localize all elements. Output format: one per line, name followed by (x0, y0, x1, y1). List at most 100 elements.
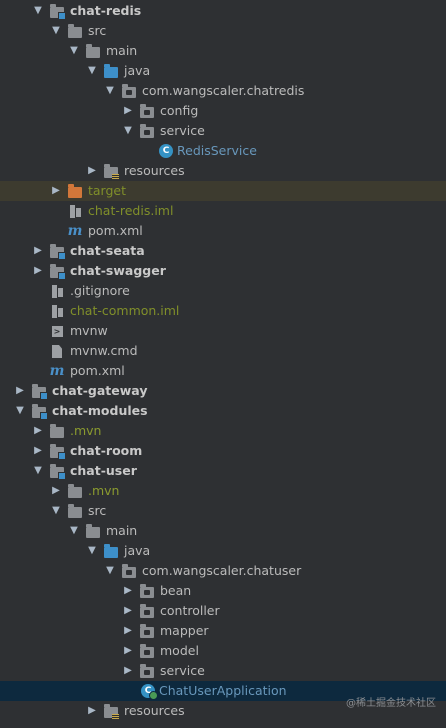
chevron-right-icon[interactable]: ▶ (32, 421, 44, 441)
project-tree: ▼ chat-redis ▼ src ▼ main ▼ java ▼ com.w… (0, 0, 446, 721)
spring-app-icon: C (140, 683, 158, 700)
tree-item-label: chat-redis.iml (88, 203, 174, 218)
source-folder-icon (103, 63, 119, 79)
chevron-down-icon[interactable]: ▼ (104, 81, 116, 101)
tree-item-label: src (88, 503, 107, 518)
chevron-right-icon[interactable]: ▶ (32, 441, 44, 461)
tree-item-pom-xml[interactable]: m pom.xml (0, 221, 446, 241)
chevron-down-icon[interactable]: ▼ (86, 61, 98, 81)
tree-item-model[interactable]: ▶ model (0, 641, 446, 661)
tree-item-label: bean (160, 583, 192, 598)
tree-item-label: chat-gateway (52, 383, 148, 398)
tree-item-chat-seata[interactable]: ▶ chat-seata (0, 241, 446, 261)
tree-item-mvnw[interactable]: > mvnw (0, 321, 446, 341)
chevron-right-icon[interactable]: ▶ (32, 261, 44, 281)
tree-item-service[interactable]: ▼ service (0, 121, 446, 141)
file-icon (49, 343, 65, 359)
package-icon (139, 103, 155, 119)
chevron-down-icon[interactable]: ▼ (122, 121, 134, 141)
tree-item-target[interactable]: ▶ target (0, 181, 446, 201)
tree-item-label: RedisService (177, 143, 257, 158)
tree-item-mvn[interactable]: ▶ .mvn (0, 481, 446, 501)
chevron-right-icon[interactable]: ▶ (50, 481, 62, 501)
chevron-right-icon[interactable]: ▶ (122, 621, 134, 641)
tree-item-service[interactable]: ▶ service (0, 661, 446, 681)
tree-item-src[interactable]: ▼ src (0, 21, 446, 41)
tree-item-redisservice[interactable]: C RedisService (0, 141, 446, 161)
chevron-right-icon[interactable]: ▶ (122, 601, 134, 621)
tree-item-package-chatredis[interactable]: ▼ com.wangscaler.chatredis (0, 81, 446, 101)
tree-item-label: resources (124, 703, 185, 718)
tree-item-bean[interactable]: ▶ bean (0, 581, 446, 601)
tree-item-label: src (88, 23, 107, 38)
tree-item-label: mvnw (70, 323, 108, 338)
chevron-down-icon[interactable]: ▼ (32, 1, 44, 21)
chevron-down-icon[interactable]: ▼ (50, 21, 62, 41)
tree-item-label: pom.xml (88, 223, 143, 238)
chevron-down-icon[interactable]: ▼ (68, 41, 80, 61)
tree-item-chat-swagger[interactable]: ▶ chat-swagger (0, 261, 446, 281)
chevron-down-icon[interactable]: ▼ (32, 461, 44, 481)
tree-item-java[interactable]: ▼ java (0, 541, 446, 561)
tree-item-chat-user[interactable]: ▼ chat-user (0, 461, 446, 481)
tree-item-src[interactable]: ▼ src (0, 501, 446, 521)
tree-item-label: .mvn (70, 423, 102, 438)
tree-item-label: chat-modules (52, 403, 148, 418)
tree-item-chat-redis[interactable]: ▼ chat-redis (0, 1, 446, 21)
resources-folder-icon (103, 163, 119, 179)
tree-item-main[interactable]: ▼ main (0, 41, 446, 61)
chevron-down-icon[interactable]: ▼ (14, 401, 26, 421)
tree-item-controller[interactable]: ▶ controller (0, 601, 446, 621)
tree-item-gitignore[interactable]: .gitignore (0, 281, 446, 301)
tree-item-resources[interactable]: ▶ resources (0, 161, 446, 181)
tree-item-pom-xml[interactable]: m pom.xml (0, 361, 446, 381)
tree-item-label: ChatUserApplication (159, 683, 287, 698)
tree-item-chat-gateway[interactable]: ▶ chat-gateway (0, 381, 446, 401)
tree-item-mapper[interactable]: ▶ mapper (0, 621, 446, 641)
tree-item-java[interactable]: ▼ java (0, 61, 446, 81)
package-icon (139, 123, 155, 139)
folder-icon (67, 23, 83, 39)
tree-item-label: mapper (160, 623, 209, 638)
module-folder-icon (31, 383, 48, 400)
chevron-down-icon[interactable]: ▼ (86, 541, 98, 561)
chevron-right-icon[interactable]: ▶ (86, 701, 98, 721)
tree-item-chat-modules[interactable]: ▼ chat-modules (0, 401, 446, 421)
terminal-file-icon: > (49, 323, 65, 339)
module-folder-icon (49, 3, 66, 20)
module-folder-icon (49, 243, 66, 260)
file-icon (49, 283, 65, 299)
chevron-right-icon[interactable]: ▶ (122, 101, 134, 121)
folder-icon (67, 503, 83, 519)
package-icon (121, 83, 137, 99)
tree-item-label: chat-room (70, 443, 143, 458)
chevron-down-icon[interactable]: ▼ (104, 561, 116, 581)
tree-item-chat-redis-iml[interactable]: chat-redis.iml (0, 201, 446, 221)
chevron-right-icon[interactable]: ▶ (50, 181, 62, 201)
tree-item-mvnw-cmd[interactable]: mvnw.cmd (0, 341, 446, 361)
chevron-right-icon[interactable]: ▶ (122, 661, 134, 681)
tree-item-config[interactable]: ▶ config (0, 101, 446, 121)
package-icon (139, 583, 155, 599)
tree-item-main[interactable]: ▼ main (0, 521, 446, 541)
tree-item-label: main (106, 43, 138, 58)
tree-item-chat-common-iml[interactable]: chat-common.iml (0, 301, 446, 321)
chevron-right-icon[interactable]: ▶ (122, 641, 134, 661)
tree-item-package-chatuser[interactable]: ▼ com.wangscaler.chatuser (0, 561, 446, 581)
folder-icon (49, 423, 65, 439)
package-icon (139, 663, 155, 679)
package-icon (139, 643, 155, 659)
tree-item-label: chat-swagger (70, 263, 166, 278)
tree-item-label: config (160, 103, 199, 118)
chevron-right-icon[interactable]: ▶ (86, 161, 98, 181)
chevron-right-icon[interactable]: ▶ (122, 581, 134, 601)
tree-item-chat-room[interactable]: ▶ chat-room (0, 441, 446, 461)
watermark: @稀土掘金技术社区 (346, 698, 436, 709)
tree-item-mvn[interactable]: ▶ .mvn (0, 421, 446, 441)
tree-item-label: java (124, 543, 151, 558)
chevron-right-icon[interactable]: ▶ (32, 241, 44, 261)
chevron-down-icon[interactable]: ▼ (68, 521, 80, 541)
chevron-right-icon[interactable]: ▶ (14, 381, 26, 401)
chevron-down-icon[interactable]: ▼ (50, 501, 62, 521)
tree-item-label: service (160, 123, 205, 138)
